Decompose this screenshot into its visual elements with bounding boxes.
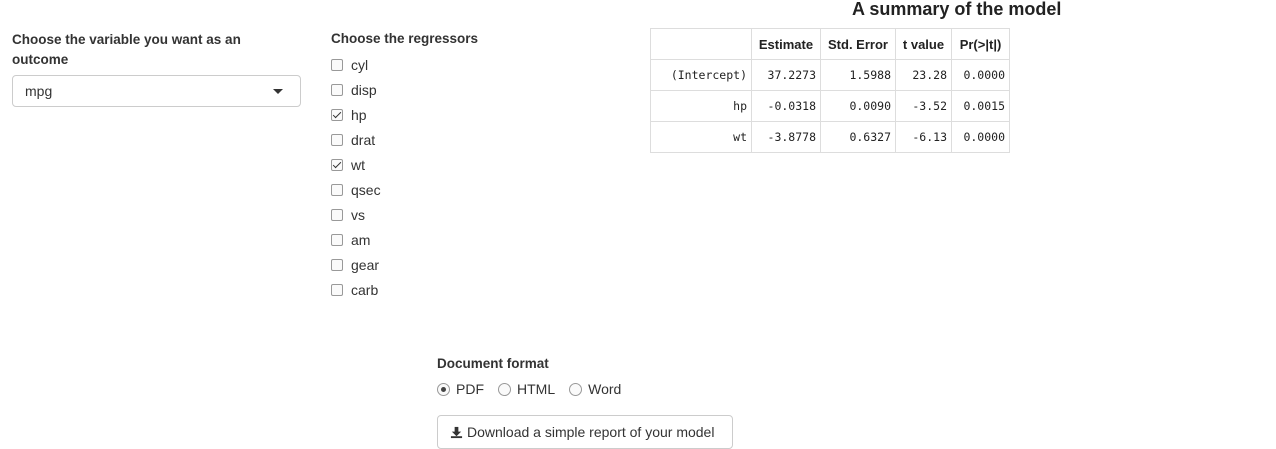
outcome-select[interactable]: mpg [12,75,301,107]
checkbox[interactable] [331,233,343,246]
row-name: wt [650,121,752,153]
format-option-label: PDF [456,381,484,397]
download-icon [450,426,463,438]
format-option-label: Word [588,381,622,397]
regressor-qsec[interactable]: qsec [331,177,381,202]
checkbox[interactable] [331,258,343,271]
cell-std-error: 1.5988 [820,59,896,91]
checkbox[interactable] [331,183,343,196]
regressor-label: am [351,231,371,248]
outcome-label: Choose the variable you want as an outco… [12,32,241,67]
checkbox[interactable] [331,133,343,146]
regressor-label: gear [351,256,380,273]
regressor-label: cyl [351,56,369,73]
cell-std-error: 0.0090 [820,90,896,122]
document-format-label: Document format [437,356,549,371]
cell-p-value: 0.0015 [951,90,1010,122]
cell-t-value: -3.52 [895,90,952,122]
regressors-label: Choose the regressors [331,31,479,46]
table-header-row: Estimate Std. Error t value Pr(>|t|) [650,28,1010,60]
format-option-label: HTML [517,381,556,397]
row-name: (Intercept) [650,59,752,91]
regressor-label: hp [351,106,367,123]
radio-button[interactable] [498,382,511,396]
outcome-selected-value: mpg [25,83,53,99]
regressor-drat[interactable]: drat [331,127,381,152]
caret-down-icon [273,89,283,94]
header-t-value: t value [895,28,952,60]
regressor-label: wt [351,156,365,173]
row-name: hp [650,90,752,122]
cell-p-value: 0.0000 [951,59,1010,91]
regressors-checklist: cyl disp hp drat wt qsec vs am gear carb [331,52,381,302]
cell-estimate: -0.0318 [751,90,821,122]
checkbox[interactable] [331,208,343,221]
cell-estimate: -3.8778 [751,121,821,153]
format-option-pdf[interactable]: PDF [437,380,484,398]
table-row: (Intercept) 37.2273 1.5988 23.28 0.0000 [650,59,1010,91]
radio-button[interactable] [437,382,450,396]
download-report-label: Download a simple report of your model [467,424,715,440]
header-blank [650,28,752,60]
checkbox[interactable] [331,83,343,96]
download-report-button[interactable]: Download a simple report of your model [437,415,733,449]
cell-p-value: 0.0000 [951,121,1010,153]
table-row: wt -3.8778 0.6327 -6.13 0.0000 [650,121,1010,153]
cell-t-value: 23.28 [895,59,952,91]
regressor-label: qsec [351,181,381,198]
regressor-cyl[interactable]: cyl [331,52,381,77]
header-p-value: Pr(>|t|) [951,28,1010,60]
cell-std-error: 0.6327 [820,121,896,153]
header-std-error: Std. Error [820,28,896,60]
format-option-html[interactable]: HTML [498,380,555,398]
cell-t-value: -6.13 [895,121,952,153]
header-estimate: Estimate [751,28,821,60]
regressor-disp[interactable]: disp [331,77,381,102]
checkbox[interactable] [331,108,343,121]
format-option-word[interactable]: Word [569,380,621,398]
summary-table: Estimate Std. Error t value Pr(>|t|) (In… [650,28,1010,153]
checkbox[interactable] [331,158,343,171]
regressor-gear[interactable]: gear [331,252,381,277]
checkbox[interactable] [331,283,343,296]
regressor-hp[interactable]: hp [331,102,381,127]
regressor-label: carb [351,281,379,298]
checkbox[interactable] [331,58,343,71]
document-format-radio-group: PDF HTML Word [437,380,635,398]
regressor-label: drat [351,131,376,148]
regressor-am[interactable]: am [331,227,381,252]
regressor-wt[interactable]: wt [331,152,381,177]
regressor-carb[interactable]: carb [331,277,381,302]
summary-title: A summary of the model [852,0,1062,19]
radio-button[interactable] [569,382,583,396]
regressor-vs[interactable]: vs [331,202,381,227]
regressor-label: vs [351,206,365,223]
regressor-label: disp [351,81,377,98]
table-row: hp -0.0318 0.0090 -3.52 0.0015 [650,90,1010,122]
cell-estimate: 37.2273 [751,59,821,91]
